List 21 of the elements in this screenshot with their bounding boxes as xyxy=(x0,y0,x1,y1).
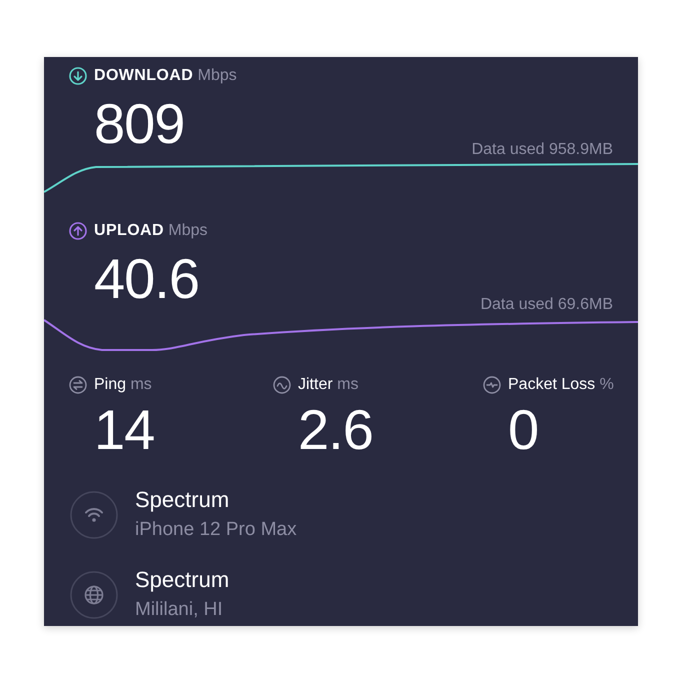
speed-value: 40.6 xyxy=(94,251,199,307)
section-title: UPLOAD Mbps xyxy=(94,221,208,241)
wifi-icon xyxy=(70,490,118,538)
connection-detail: iPhone 12 Pro Max xyxy=(135,518,297,542)
metric-value: 2.6 xyxy=(298,401,373,459)
section-title: DOWNLOAD Mbps xyxy=(94,66,237,86)
globe-icon xyxy=(70,570,118,618)
provider-name: Spectrum xyxy=(135,567,230,593)
speed-value: 809 xyxy=(94,96,184,152)
metric-label: Jitter ms xyxy=(298,375,358,395)
provider-name: Spectrum xyxy=(135,487,230,513)
ping-arrows-icon xyxy=(69,376,87,394)
pulse-icon xyxy=(483,376,501,394)
connection-detail: Mililani, HI xyxy=(135,598,224,622)
data-used-text: Data used 69.6MB xyxy=(480,295,613,315)
metric-label: Packet Loss % xyxy=(508,375,614,395)
metric-label: Ping ms xyxy=(94,375,152,395)
metric-value: 14 xyxy=(94,401,154,459)
data-used-text: Data used 958.9MB xyxy=(472,140,613,160)
wave-icon xyxy=(273,376,291,394)
metric-value: 0 xyxy=(508,401,538,459)
